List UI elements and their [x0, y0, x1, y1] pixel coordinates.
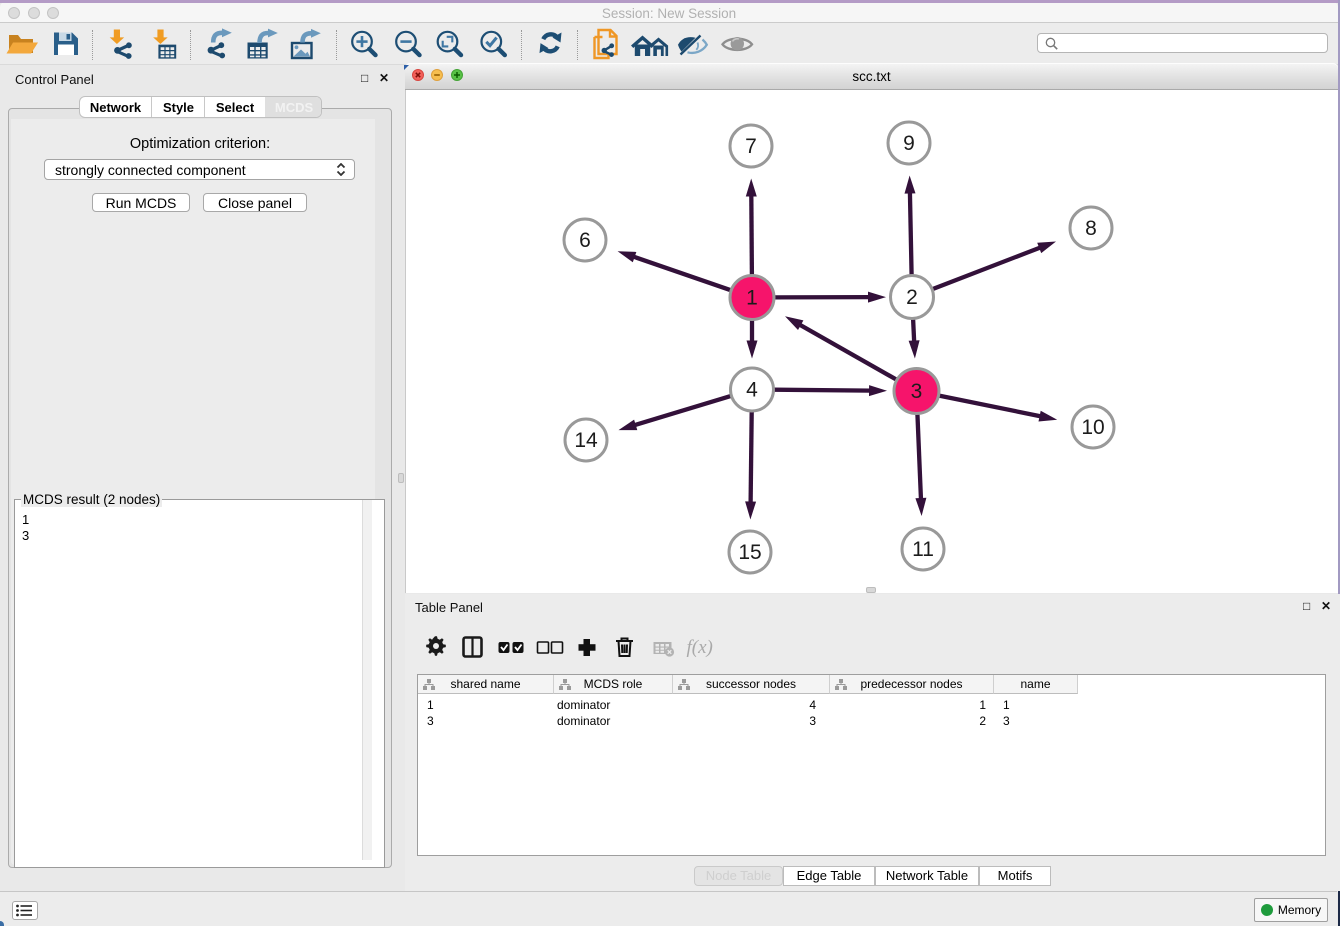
svg-text:15: 15 — [738, 541, 761, 564]
svg-text:8: 8 — [1085, 217, 1097, 240]
svg-text:4: 4 — [746, 379, 758, 402]
svg-text:2: 2 — [906, 286, 918, 309]
svg-text:7: 7 — [745, 135, 757, 158]
svg-text:f(x): f(x) — [687, 637, 713, 658]
svg-text:11: 11 — [912, 538, 934, 561]
svg-text:9: 9 — [903, 132, 915, 155]
svg-text:6: 6 — [579, 229, 591, 252]
svg-text:14: 14 — [574, 429, 598, 452]
svg-text:3: 3 — [911, 380, 923, 403]
svg-text:1: 1 — [746, 287, 758, 310]
svg-text:10: 10 — [1081, 416, 1104, 439]
